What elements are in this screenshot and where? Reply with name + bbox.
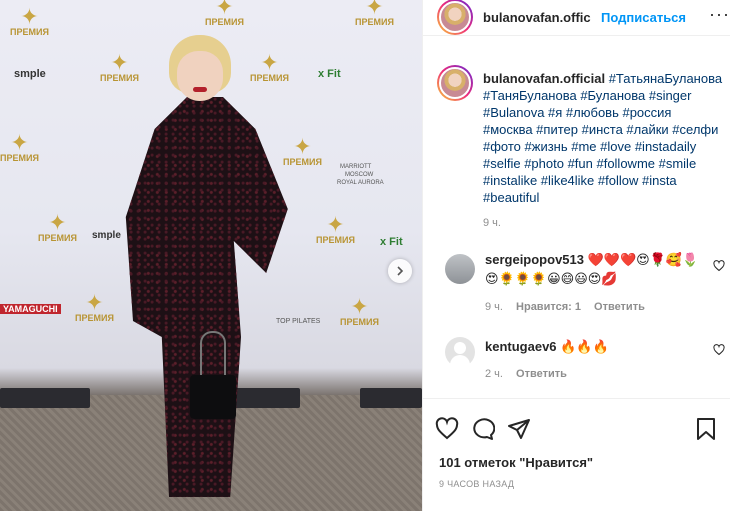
stage-rail <box>0 388 90 408</box>
header-username[interactable]: bulanovafan.officia <box>483 10 591 25</box>
lips <box>193 87 207 92</box>
post-actions: 101 отметок "Нравится" 9 ЧАСОВ НАЗАД <box>423 398 730 510</box>
posted-time: 9 ЧАСОВ НАЗАД <box>439 479 515 489</box>
comment-bubble-icon[interactable] <box>471 417 496 444</box>
sequin-dress <box>125 97 288 497</box>
sponsor-logo: MARRIOTT <box>340 164 372 170</box>
caption-hashtags[interactable]: #ТатьянаБуланова #ТаняБуланова #Буланова… <box>483 71 722 205</box>
sponsor-logo: YAMAGUCHI <box>0 304 61 314</box>
sponsor-logo: ROYAL AURORA <box>337 180 384 186</box>
reply-button[interactable]: Ответить <box>594 301 645 313</box>
award-logo: ✦ ПРЕМИЯ <box>355 0 394 27</box>
comment-text: 🔥🔥🔥 <box>560 339 609 354</box>
award-logo: ✦ ПРЕМИЯ <box>340 294 379 327</box>
award-logo: ✦ ПРЕМИЯ <box>205 0 244 27</box>
comment-time: 2 ч. <box>485 368 503 380</box>
sponsor-logo: MOSCOW <box>345 172 374 178</box>
comment: kentugaev6 🔥🔥🔥 <box>485 337 705 356</box>
award-logo: ✦ ПРЕМИЯ <box>316 212 355 245</box>
comment-meta: 9 ч. Нравится: 1 Ответить <box>485 301 655 313</box>
instagram-post-modal: ✦ ПРЕМИЯ ✦ ПРЕМИЯ ✦ ПРЕМИЯ ✦ ПРЕМИЯ ✦ ПРЕМИЯ … <box>0 0 730 511</box>
post-photo[interactable]: ✦ ПРЕМИЯ ✦ ПРЕМИЯ ✦ ПРЕМИЯ ✦ ПРЕМИЯ ✦ ПРЕМИЯ … <box>0 0 422 511</box>
heart-outline-icon[interactable] <box>435 417 459 444</box>
heart-outline-icon[interactable] <box>713 344 725 359</box>
caption: bulanovafan.official #ТатьянаБуланова #Т… <box>483 70 723 206</box>
stage-rail <box>360 388 422 408</box>
paper-plane-icon[interactable] <box>507 417 531 444</box>
chevron-right-icon[interactable] <box>388 259 412 283</box>
comment-meta: 2 ч. Ответить <box>485 368 577 380</box>
post-header: bulanovafan.officia Подписаться ··· <box>423 0 730 36</box>
follow-button[interactable]: Подписаться <box>601 10 686 25</box>
face <box>177 51 223 101</box>
woman-figure <box>95 35 305 505</box>
sponsor-logo: x Fit <box>318 68 341 80</box>
comment-likes[interactable]: Нравится: 1 <box>516 301 581 313</box>
comment: sergeipopov513 ❤️❤️❤️😍🌹🥰🌷😍🌻🌻🌻😀😄😃😍💋 <box>485 250 705 288</box>
award-logo: ✦ ПРЕМИЯ <box>10 4 49 37</box>
caption-avatar[interactable] <box>437 65 473 101</box>
likes-count[interactable]: 101 отметок "Нравится" <box>439 455 593 470</box>
award-logo: ✦ ПРЕМИЯ <box>0 130 39 163</box>
bookmark-icon[interactable] <box>695 417 717 444</box>
caption-time: 9 ч. <box>483 217 501 229</box>
comment-username[interactable]: sergeipopov513 <box>485 252 584 267</box>
handbag <box>190 375 236 419</box>
comment-time: 9 ч. <box>485 301 503 313</box>
reply-button[interactable]: Ответить <box>516 368 567 380</box>
sponsor-logo: x Fit <box>380 236 403 248</box>
heart-outline-icon[interactable] <box>713 260 725 275</box>
more-horizontal-icon[interactable]: ··· <box>709 4 730 25</box>
caption-username[interactable]: bulanovafan.official <box>483 71 605 86</box>
sponsor-logo: smple <box>14 68 46 80</box>
commenter-avatar[interactable] <box>445 254 475 284</box>
award-logo: ✦ ПРЕМИЯ <box>38 210 77 243</box>
commenter-avatar[interactable] <box>445 337 475 367</box>
bag-strap <box>200 331 226 379</box>
avatar[interactable] <box>437 0 473 35</box>
post-side-panel: bulanovafan.officia Подписаться ··· bula… <box>422 0 730 511</box>
comment-username[interactable]: kentugaev6 <box>485 339 557 354</box>
